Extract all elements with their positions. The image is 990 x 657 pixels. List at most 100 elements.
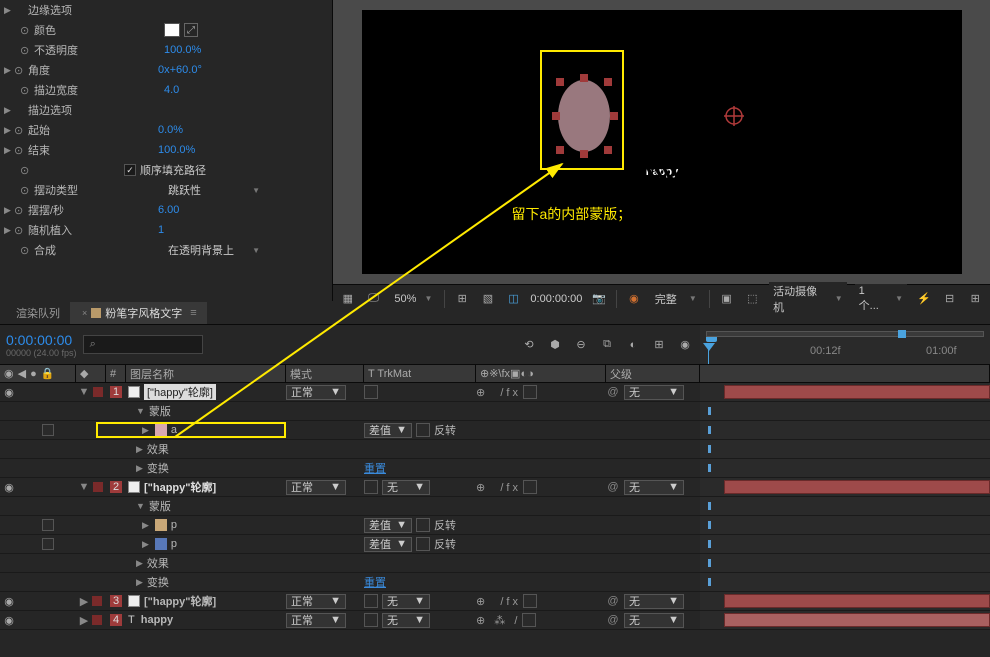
layer2-effects-group[interactable]: ▶效果 — [0, 554, 990, 573]
mask-visibility-icon[interactable]: ◫ — [505, 290, 523, 308]
twirl-icon[interactable]: ▶ — [136, 558, 143, 569]
prop-stroke-options[interactable]: 描边选项 — [28, 102, 158, 118]
layer-color-label[interactable] — [92, 615, 102, 625]
timeline-icon[interactable]: ⊟ — [941, 290, 959, 308]
pickwhip-icon[interactable]: @ — [606, 614, 620, 626]
wobble-type-dropdown[interactable]: 跳跃性▼ — [164, 181, 264, 199]
camera-dropdown[interactable]: 活动摄像机▼ — [769, 282, 847, 316]
twirl-icon[interactable]: ▶ — [142, 520, 149, 531]
stopwatch-icon[interactable]: ⊙ — [20, 164, 34, 177]
random-seed-value[interactable]: 1 — [158, 224, 164, 236]
flowchart-icon[interactable]: ⊞ — [966, 290, 984, 308]
col-parent[interactable]: 父级 — [606, 365, 700, 382]
parent-dropdown[interactable]: 无▼ — [624, 594, 684, 609]
mask-mode-dropdown[interactable]: 差值▼ — [364, 518, 412, 533]
twirl-icon[interactable]: ▶ — [4, 5, 14, 16]
composite-dropdown[interactable]: 在透明背景上▼ — [164, 241, 264, 259]
layer2-mask-p2[interactable]: ▶p 差值▼反转 — [0, 535, 990, 554]
tab-composition[interactable]: ×粉笔字风格文字≡ — [70, 302, 207, 324]
stopwatch-icon[interactable]: ⊙ — [20, 184, 34, 197]
frame-blend-icon[interactable]: ⧉ — [598, 336, 616, 354]
twirl-icon[interactable]: ▼ — [79, 481, 90, 493]
layer-row-4[interactable]: ◉ ▶ 4 Thappy 正常▼ 无▼ ⊕ ⁂ / @无▼ — [0, 611, 990, 630]
pickwhip-icon[interactable]: @ — [606, 386, 620, 398]
layer-duration-bar[interactable] — [724, 613, 990, 627]
trkmat-dropdown[interactable]: 无▼ — [382, 613, 430, 628]
twirl-icon[interactable]: ▼ — [136, 406, 145, 416]
brain-icon[interactable]: ◉ — [676, 336, 694, 354]
preview-timecode[interactable]: 0:00:00:00 — [530, 293, 582, 305]
twirl-icon[interactable]: ▶ — [136, 577, 143, 588]
twirl-icon[interactable]: ▶ — [136, 463, 143, 474]
blend-mode-dropdown[interactable]: 正常▼ — [286, 594, 346, 609]
trkmat-dropdown[interactable]: 无▼ — [382, 480, 430, 495]
twirl-icon[interactable]: ▶ — [4, 65, 14, 76]
close-tab-icon[interactable]: × — [82, 308, 87, 318]
layer-row-3[interactable]: ◉ ▶ 3 ["happy"轮廓] 正常▼ 无▼ ⊕ /fx @无▼ — [0, 592, 990, 611]
composition-canvas[interactable]: happy — [362, 10, 962, 274]
layer2-masks-group[interactable]: ▼蒙版 — [0, 497, 990, 516]
comp-mini-flowchart-icon[interactable]: ⟲ — [520, 336, 538, 354]
twirl-icon[interactable]: ▶ — [4, 205, 14, 216]
motion-blur-icon[interactable]: ◐ — [624, 336, 642, 354]
3d-icon[interactable]: ⬚ — [743, 290, 761, 308]
visibility-toggle[interactable]: ◉ — [2, 595, 16, 608]
video-col-icon[interactable]: ◉ — [4, 367, 14, 380]
layer-name[interactable]: ["happy"轮廓] — [144, 479, 216, 495]
layer-duration-bar[interactable] — [724, 594, 990, 608]
fast-preview-icon[interactable]: ⚡ — [915, 290, 933, 308]
stopwatch-icon[interactable]: ⊙ — [20, 244, 34, 257]
mask-color[interactable] — [155, 519, 167, 531]
twirl-icon[interactable]: ▶ — [4, 105, 14, 116]
layer-color-label[interactable] — [93, 387, 103, 397]
tab-render-queue[interactable]: 渲染队列 — [6, 302, 70, 324]
layer-name[interactable]: happy — [141, 614, 173, 626]
layer-search-input[interactable]: ⌕ — [83, 335, 203, 354]
stopwatch-icon[interactable]: ⊙ — [14, 204, 28, 217]
start-value[interactable]: 0.0% — [158, 124, 183, 136]
mask-lock[interactable] — [42, 424, 54, 436]
twirl-icon[interactable]: ▶ — [4, 225, 14, 236]
layer1-transform-group[interactable]: ▶变换 重置 — [0, 459, 990, 478]
reset-link[interactable]: 重置 — [364, 574, 386, 590]
solo-col-icon[interactable]: ● — [30, 368, 37, 380]
trkmat-dropdown[interactable]: 无▼ — [382, 594, 430, 609]
mask-color[interactable] — [155, 538, 167, 550]
visibility-toggle[interactable]: ◉ — [2, 614, 16, 627]
stopwatch-icon[interactable]: ⊙ — [20, 84, 34, 97]
angle-value[interactable]: 0x+60.0° — [158, 64, 202, 76]
layer-name[interactable]: ["happy"轮廓] — [144, 593, 216, 609]
layer-duration-bar[interactable] — [724, 480, 990, 494]
visibility-toggle[interactable]: ◉ — [2, 386, 16, 399]
col-mode[interactable]: 模式 — [286, 365, 364, 382]
resolution-icon[interactable]: ⊞ — [453, 290, 471, 308]
twirl-icon[interactable]: ▶ — [80, 595, 88, 608]
region-icon[interactable]: ▣ — [718, 290, 736, 308]
color-management-icon[interactable]: ◉ — [625, 290, 643, 308]
work-area-end[interactable] — [898, 330, 906, 338]
col-switches[interactable]: ⊕※\fx▣◐◑ — [476, 365, 606, 382]
lock-col-icon[interactable]: 🔒 — [41, 367, 55, 380]
stroke-width-value[interactable]: 4.0 — [164, 84, 179, 96]
quality-dropdown[interactable]: 完整▼ — [651, 290, 701, 308]
twirl-icon[interactable]: ▼ — [79, 386, 90, 398]
label-col-icon[interactable]: ◆ — [80, 367, 88, 380]
opacity-value[interactable]: 100.0% — [164, 44, 201, 56]
twirl-icon[interactable]: ▶ — [142, 425, 149, 436]
display-icon[interactable]: 🖵 — [365, 290, 383, 308]
twirl-icon[interactable]: ▼ — [136, 501, 145, 511]
layer2-transform-group[interactable]: ▶变换 重置 — [0, 573, 990, 592]
mask-color[interactable] — [155, 424, 167, 436]
current-timecode[interactable]: 0:00:00:00 — [6, 332, 77, 348]
snapshot-icon[interactable]: 📷 — [590, 290, 608, 308]
eyedropper-icon[interactable]: ⤢ — [184, 23, 198, 37]
end-value[interactable]: 100.0% — [158, 144, 195, 156]
blend-mode-dropdown[interactable]: 正常▼ — [286, 480, 346, 495]
sequential-checkbox[interactable]: ✓ — [124, 164, 136, 176]
stopwatch-icon[interactable]: ⊙ — [20, 44, 34, 57]
twirl-icon[interactable]: ▶ — [136, 444, 143, 455]
grid-icon[interactable]: ▦ — [339, 290, 357, 308]
layer1-mask-a[interactable]: ▶a 差值▼反转 — [0, 421, 990, 440]
twirl-icon[interactable]: ▶ — [4, 125, 14, 136]
hide-shy-icon[interactable]: ⊖ — [572, 336, 590, 354]
